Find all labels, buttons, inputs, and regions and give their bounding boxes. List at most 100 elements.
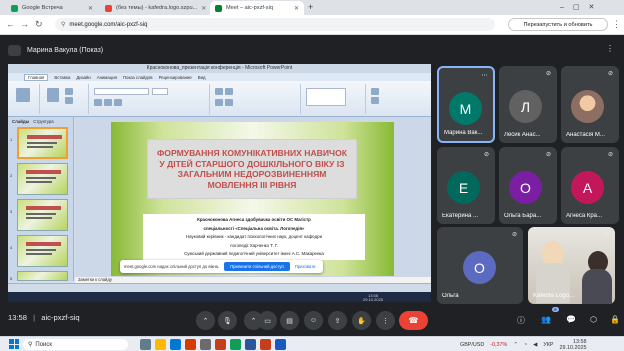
participant-tile[interactable]: А ⊘ Агнеса Кра... [561, 147, 619, 224]
url-field[interactable]: ⚲ meet.google.com/aic-pxzf-siq [55, 18, 495, 31]
slide-thumbnail[interactable] [17, 163, 68, 195]
volume-icon[interactable]: ◀ [533, 342, 537, 348]
font-size-select[interactable] [152, 88, 168, 95]
edge-icon[interactable] [170, 339, 181, 350]
participant-tile[interactable]: Л ⊘ Лесик Анас... [499, 66, 557, 143]
numbering-icon[interactable] [225, 88, 233, 95]
browser-tab-active[interactable]: Meet – aic-pxzf-siq ✕ [210, 1, 304, 15]
ribbon-tab[interactable]: Анимация [97, 75, 117, 80]
chat-icon[interactable]: 💬 [566, 315, 576, 324]
activities-icon[interactable]: ⬡ [590, 315, 597, 324]
ribbon-tab[interactable]: Главная [24, 73, 49, 81]
forward-icon[interactable]: → [20, 19, 29, 29]
new-slide-icon[interactable] [47, 88, 59, 102]
slide-thumbnail[interactable] [17, 235, 68, 267]
menu-icon[interactable]: ⋮ [612, 19, 621, 30]
more-options-icon[interactable]: ⋮ [606, 44, 614, 53]
tab-label: Google Встреча [22, 5, 63, 11]
ribbon-tab[interactable]: Показ слайдов [123, 75, 153, 80]
align-center-icon[interactable] [225, 99, 233, 106]
ribbon-tab[interactable]: Вид [198, 75, 206, 80]
people-icon[interactable]: 👥 [541, 315, 551, 324]
currency-label[interactable]: GBP/USD [460, 342, 484, 348]
browser-tab[interactable]: Google Встреча ✕ [6, 1, 98, 15]
italic-icon[interactable] [104, 99, 112, 106]
powerpoint-icon[interactable] [260, 339, 271, 350]
powerpoint-icon[interactable] [215, 339, 226, 350]
word-icon[interactable] [275, 339, 286, 350]
presenter-label: Марина Вакула (Показ) [27, 46, 104, 54]
present-button[interactable]: ⇪ [328, 311, 347, 330]
slides-group [41, 84, 89, 114]
bold-icon[interactable] [94, 99, 102, 106]
mic-off-icon: ⊘ [603, 232, 610, 238]
task-view-icon[interactable] [140, 339, 151, 350]
close-icon[interactable]: ✕ [294, 5, 299, 12]
meet-favicon-icon [215, 4, 222, 12]
font-select[interactable] [94, 88, 149, 95]
reload-icon[interactable]: ↻ [35, 19, 43, 30]
word-icon[interactable] [245, 339, 256, 350]
current-slide[interactable]: ФОРМУВАННЯ КОМУНІКАТИВНИХ НАВИЧОК У ДІТЕ… [111, 122, 394, 276]
raise-hand-button[interactable]: ✋ [352, 311, 371, 330]
info-icon[interactable]: ⓘ [517, 315, 525, 326]
underline-icon[interactable] [114, 99, 122, 106]
tray-chevron-icon[interactable]: ⌃ [513, 342, 518, 348]
ribbon-tab[interactable]: Вставка [54, 75, 70, 80]
layout-icon[interactable] [65, 88, 73, 95]
restart-update-button[interactable]: Перезапустить и обновить [508, 18, 608, 31]
slide-subtitle-box[interactable]: Красноконова Агнеса здобувачка освіти ОС… [143, 214, 365, 260]
mic-button[interactable]: 🎙 [218, 311, 237, 330]
taskbar-search[interactable]: ⚲ Поиск [23, 339, 128, 350]
reset-icon[interactable] [65, 97, 73, 104]
slide-thumbnail[interactable] [17, 127, 68, 159]
slide-title-box[interactable]: ФОРМУВАННЯ КОМУНІКАТИВНИХ НАВИЧОК У ДІТЕ… [147, 139, 357, 199]
tab-slides[interactable]: Слайды [12, 119, 29, 124]
slide-thumbnail[interactable] [17, 199, 68, 231]
shapes-gallery[interactable] [306, 88, 346, 106]
file-explorer-icon[interactable] [155, 339, 166, 350]
participant-tile[interactable]: О ⊘ Ольга Бара... [499, 147, 557, 224]
bullets-icon[interactable] [215, 88, 223, 95]
windows-start-icon[interactable] [9, 339, 19, 349]
language-indicator[interactable]: УКР [543, 342, 553, 348]
captions-button[interactable]: ▤ [280, 311, 299, 330]
office-icon[interactable] [185, 339, 196, 350]
browser-tab[interactable]: (без темы) - kafedra.logo.szpu... ✕ [100, 1, 208, 15]
stop-sharing-button[interactable]: Припинити спільний доступ [224, 262, 290, 271]
find-icon[interactable] [371, 88, 379, 95]
camera-button[interactable]: ▭ [258, 311, 277, 330]
taskbar-clock[interactable]: 13:58 29.10.2025 [559, 339, 586, 351]
more-options-button[interactable]: ⋮ [376, 311, 395, 330]
ribbon-tab[interactable]: Дизайн [76, 75, 90, 80]
new-tab-button[interactable]: + [308, 2, 313, 12]
gmail-favicon-icon [105, 4, 112, 12]
lock-icon[interactable]: 🔒 [610, 315, 620, 324]
replace-icon[interactable] [371, 97, 379, 104]
meeting-clock: 13:58 | aic-pxzf-siq [8, 313, 80, 322]
tab-outline[interactable]: Структура [33, 119, 53, 124]
participant-name: Анастасія М... [566, 132, 605, 138]
participant-tile[interactable]: М ⋯ Марина Вак... [437, 66, 495, 143]
participant-tile[interactable]: ⊘ Анастасія М... [561, 66, 619, 143]
window-controls[interactable]: –▢✕ [560, 3, 603, 11]
back-icon[interactable]: ← [6, 19, 15, 29]
slide-number: 4 [10, 245, 13, 250]
align-left-icon[interactable] [215, 99, 223, 106]
close-icon[interactable]: ✕ [201, 5, 206, 12]
store-icon[interactable] [200, 339, 211, 350]
participant-tile-video[interactable]: ⊘ Kafedra Logo... [528, 227, 615, 304]
paste-icon[interactable] [16, 88, 30, 102]
close-icon[interactable]: ✕ [88, 5, 93, 12]
hide-notice-button[interactable]: Приховати [295, 264, 316, 269]
paragraph-group [211, 84, 301, 114]
participant-tile[interactable]: Е ⊘ Екатерина ... [437, 147, 495, 224]
emoji-button[interactable]: ☺ [304, 311, 323, 330]
mic-options-button[interactable]: ⌃ [196, 311, 215, 330]
ribbon-tab[interactable]: Рецензирование [159, 75, 192, 80]
leave-call-button[interactable]: ☎ [399, 311, 428, 330]
network-icon[interactable]: ◔ [524, 342, 527, 348]
slide-thumbnail[interactable] [17, 271, 68, 281]
participant-tile[interactable]: О ⊘ Ольга [437, 227, 523, 304]
chrome-icon[interactable] [230, 339, 241, 350]
